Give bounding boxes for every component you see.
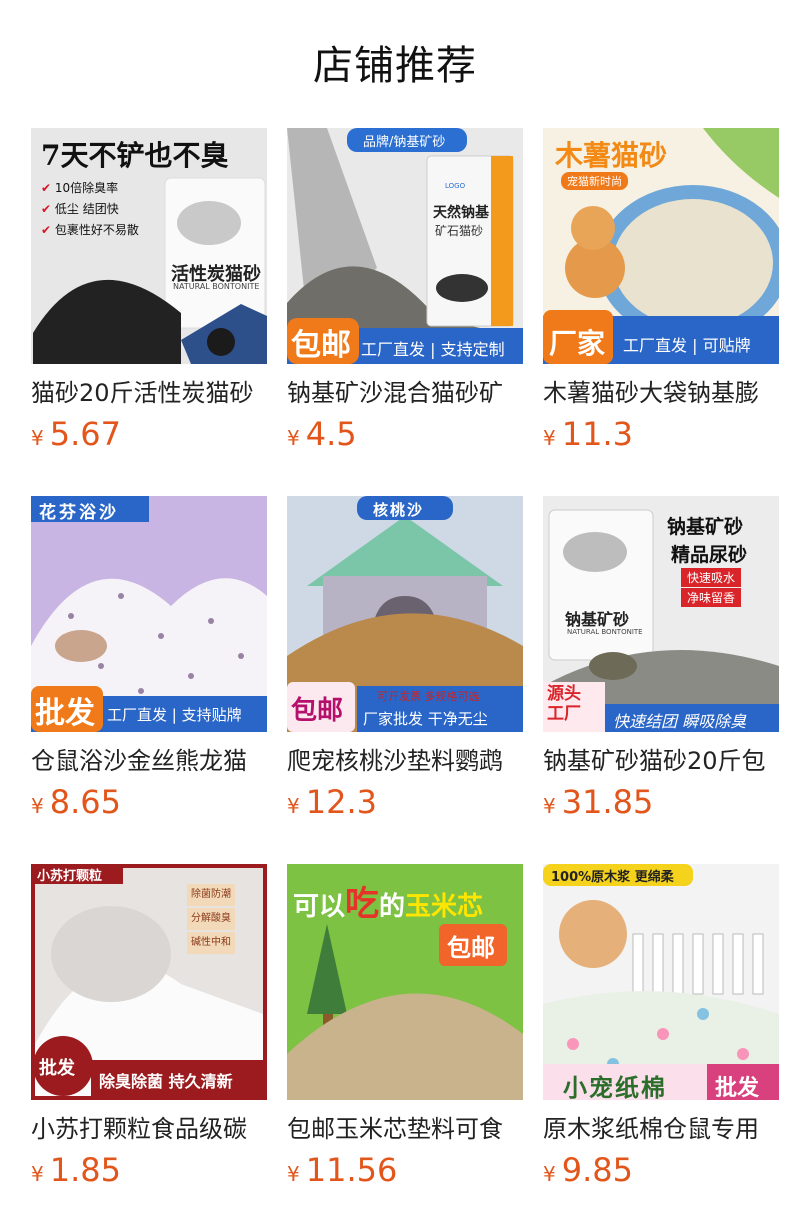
product-image-art: [543, 864, 779, 1100]
image-banner: 花芬浴沙: [39, 503, 119, 523]
image-pack-sub: 矿石猫砂: [435, 224, 484, 238]
image-badge: 包邮: [447, 934, 495, 962]
image-headline: 可以吃的玉米芯: [293, 884, 484, 924]
product-price: ¥11.56: [287, 1150, 523, 1196]
image-badge: 包邮: [291, 696, 344, 726]
product-card[interactable]: 100%原木浆 更绵柔 小宠纸棉 批发 原木浆纸棉仓鼠专用 ¥9.85: [543, 864, 779, 1232]
product-name[interactable]: 猫砂20斤活性炭猫砂: [31, 376, 267, 410]
currency-symbol: ¥: [543, 794, 556, 818]
product-price: ¥12.3: [287, 782, 523, 828]
product-card[interactable]: 花芬浴沙 批发 工厂直发 | 支持贴牌 仓鼠浴沙金丝熊龙猫 ¥8.65: [31, 496, 267, 864]
image-pack-label: 天然钠基: [433, 205, 489, 221]
image-tags: 除菌防潮 分解酸臭 碱性中和: [187, 884, 235, 954]
image-banner: 品牌/钠基矿砂: [363, 135, 446, 150]
product-grid: 7天不铲也不臭 ✔ 10倍除臭率 ✔ 低尘 结团快 ✔ 包裹性好不易散 活性炭猫…: [31, 128, 779, 1232]
price-value: 1.85: [49, 1151, 121, 1189]
image-badge: 厂家: [549, 327, 606, 360]
product-price: ¥9.85: [543, 1150, 779, 1196]
product-card[interactable]: 木薯猫砂 宠猫新时尚 厂家 工厂直发 | 可贴牌 木薯猫砂大袋钠基膨 ¥11.3: [543, 128, 779, 496]
image-badge: 包邮: [291, 328, 351, 363]
image-tag: 宠猫新时尚: [561, 172, 628, 190]
image-badge: 批发: [39, 1058, 75, 1079]
currency-symbol: ¥: [287, 794, 300, 818]
image-note: 可开发票 多规格可选: [377, 690, 480, 703]
currency-symbol: ¥: [543, 1162, 556, 1186]
product-name[interactable]: 原木浆纸棉仓鼠专用: [543, 1112, 779, 1146]
image-badge: 批发: [35, 696, 95, 731]
currency-symbol: ¥: [287, 426, 300, 450]
product-name[interactable]: 仓鼠浴沙金丝熊龙猫: [31, 744, 267, 778]
price-value: 8.65: [49, 783, 121, 821]
image-headline-1: 钠基矿砂: [667, 516, 744, 538]
image-banner: 小苏打颗粒: [37, 869, 103, 884]
image-strip: 厂家批发 干净无尘: [363, 710, 488, 728]
product-card[interactable]: 核桃沙 可开发票 多规格可选 包邮 厂家批发 干净无尘 爬宠核桃沙垫料鹦鹉 ¥1…: [287, 496, 523, 864]
product-price: ¥8.65: [31, 782, 267, 828]
currency-symbol: ¥: [287, 1162, 300, 1186]
currency-symbol: ¥: [31, 794, 44, 818]
image-badge: 源头 工厂: [547, 684, 581, 724]
product-image[interactable]: 小苏打颗粒 除菌防潮 分解酸臭 碱性中和 批发 除臭除菌 持久清新: [31, 864, 267, 1100]
image-strip: 工厂直发 | 支持贴牌: [107, 706, 242, 724]
image-logo: LOGO: [445, 182, 466, 190]
product-price: ¥1.85: [31, 1150, 267, 1196]
product-name[interactable]: 包邮玉米芯垫料可食: [287, 1112, 523, 1146]
image-pack-label: 钠基矿砂: [565, 610, 630, 629]
product-name[interactable]: 爬宠核桃沙垫料鹦鹉: [287, 744, 523, 778]
price-value: 31.85: [561, 783, 654, 821]
product-card[interactable]: 可以吃的玉米芯 包邮 包邮玉米芯垫料可食 ¥11.56: [287, 864, 523, 1232]
product-image[interactable]: 7天不铲也不臭 ✔ 10倍除臭率 ✔ 低尘 结团快 ✔ 包裹性好不易散 活性炭猫…: [31, 128, 267, 364]
image-strip: 工厂直发 | 可贴牌: [623, 336, 751, 355]
price-value: 12.3: [305, 783, 377, 821]
currency-symbol: ¥: [31, 1162, 44, 1186]
price-value: 11.3: [561, 415, 633, 453]
product-image[interactable]: 木薯猫砂 宠猫新时尚 厂家 工厂直发 | 可贴牌: [543, 128, 779, 364]
price-value: 11.56: [305, 1151, 398, 1189]
page-title: 店铺推荐: [313, 43, 477, 89]
image-strip: 小宠纸棉: [563, 1074, 667, 1100]
image-badge: 批发: [715, 1076, 760, 1100]
currency-symbol: ¥: [31, 426, 44, 450]
product-image[interactable]: 核桃沙 可开发票 多规格可选 包邮 厂家批发 干净无尘: [287, 496, 523, 732]
image-tag-2: 净味留香: [681, 588, 742, 607]
price-value: 5.67: [49, 415, 121, 453]
product-name[interactable]: 木薯猫砂大袋钠基膨: [543, 376, 779, 410]
product-price: ¥31.85: [543, 782, 779, 828]
product-name[interactable]: 钠基矿砂猫砂20斤包: [543, 744, 779, 778]
image-tag-1: 快速吸水: [681, 568, 742, 587]
image-strip: 快速结团 瞬吸除臭: [613, 712, 747, 731]
product-card[interactable]: 品牌/钠基矿砂 LOGO 天然钠基 矿石猫砂 包邮 工厂直发 | 支持定制 钠基…: [287, 128, 523, 496]
image-pack-sub: NATURAL BONTONITE: [567, 628, 643, 636]
product-card[interactable]: 7天不铲也不臭 ✔ 10倍除臭率 ✔ 低尘 结团快 ✔ 包裹性好不易散 活性炭猫…: [31, 128, 267, 496]
product-price: ¥4.5: [287, 414, 523, 460]
price-value: 9.85: [561, 1151, 633, 1189]
product-price: ¥5.67: [31, 414, 267, 460]
image-strip: 除臭除菌 持久清新: [99, 1072, 233, 1091]
product-image[interactable]: 品牌/钠基矿砂 LOGO 天然钠基 矿石猫砂 包邮 工厂直发 | 支持定制: [287, 128, 523, 364]
price-value: 4.5: [305, 415, 357, 453]
image-banner: 核桃沙: [373, 501, 425, 519]
product-image[interactable]: 花芬浴沙 批发 工厂直发 | 支持贴牌: [31, 496, 267, 732]
product-card[interactable]: 小苏打颗粒 除菌防潮 分解酸臭 碱性中和 批发 除臭除菌 持久清新 小苏打颗粒食…: [31, 864, 267, 1232]
currency-symbol: ¥: [543, 426, 556, 450]
product-image[interactable]: 可以吃的玉米芯 包邮: [287, 864, 523, 1100]
product-name[interactable]: 小苏打颗粒食品级碳: [31, 1112, 267, 1146]
product-name[interactable]: 钠基矿沙混合猫砂矿: [287, 376, 523, 410]
image-headline: 木薯猫砂: [555, 139, 668, 172]
image-strip: 工厂直发 | 支持定制: [361, 340, 505, 359]
product-image[interactable]: 钠基矿砂 精品尿砂 快速吸水 净味留香 钠基矿砂 NATURAL BONTONI…: [543, 496, 779, 732]
image-banner: 100%原木浆 更绵柔: [551, 870, 674, 885]
product-price: ¥11.3: [543, 414, 779, 460]
product-card[interactable]: 钠基矿砂 精品尿砂 快速吸水 净味留香 钠基矿砂 NATURAL BONTONI…: [543, 496, 779, 864]
image-bullets: ✔ 10倍除臭率 ✔ 低尘 结团快 ✔ 包裹性好不易散: [41, 181, 139, 237]
image-headline-2: 精品尿砂: [671, 544, 748, 566]
product-image[interactable]: 100%原木浆 更绵柔 小宠纸棉 批发: [543, 864, 779, 1100]
image-headline: 7天不铲也不臭: [41, 139, 229, 172]
image-pack-sub: NATURAL BONTONITE: [173, 282, 260, 291]
